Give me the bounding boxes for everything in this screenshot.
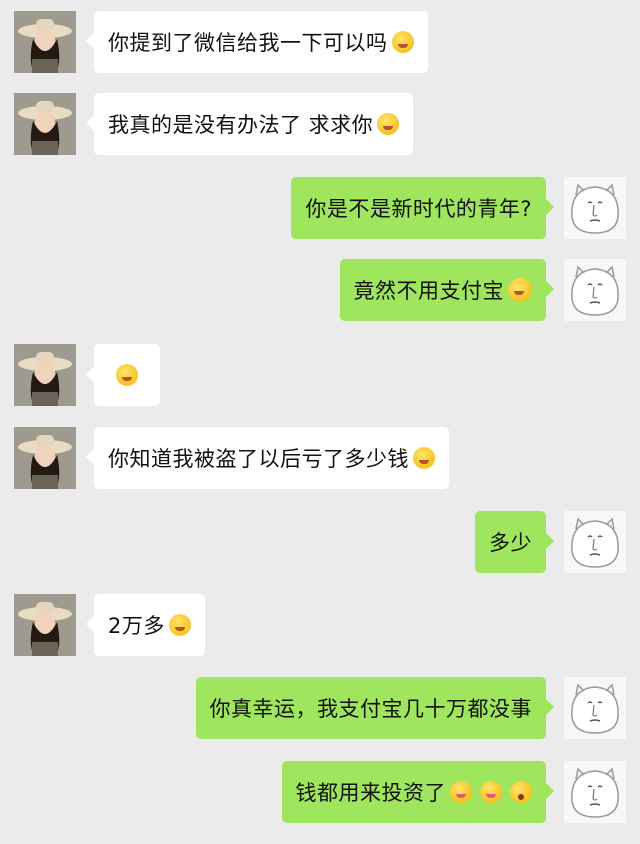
confused-bubble-emoji-icon — [116, 364, 138, 386]
grimace-emoji-icon — [413, 447, 435, 469]
grimace-emoji-icon — [391, 31, 414, 53]
message-row: 钱都用来投资了 — [0, 761, 640, 825]
message-row: 竟然不用支付宝 — [0, 259, 640, 323]
message-text: 你知道我被盗了以后亏了多少钱 — [108, 447, 409, 471]
contact-avatar[interactable] — [14, 344, 76, 406]
message-text: 你真幸运，我支付宝几十万都没事 — [209, 697, 532, 721]
contact-avatar[interactable] — [14, 594, 76, 656]
message-bubble[interactable]: 你知道我被盗了以后亏了多少钱 — [86, 427, 449, 489]
message-text: 多少 — [489, 531, 532, 555]
message-text: 2万多 — [108, 614, 165, 638]
message-text: 我真的是没有办法了 求求你 — [108, 113, 374, 137]
user-avatar[interactable] — [564, 511, 626, 573]
message-row: 你真幸运，我支付宝几十万都没事 — [0, 677, 640, 741]
message-text: 竟然不用支付宝 — [353, 279, 504, 303]
grimace-emoji-icon — [377, 113, 400, 135]
message-row: 你知道我被盗了以后亏了多少钱 — [0, 427, 640, 491]
message-row: 你提到了微信给我一下可以吗 — [0, 11, 640, 75]
message-bubble[interactable] — [86, 344, 160, 406]
message-text: 你提到了微信给我一下可以吗 — [108, 31, 388, 55]
message-bubble[interactable]: 我真的是没有办法了 求求你 — [85, 93, 414, 155]
message-bubble[interactable]: 你真幸运，我支付宝几十万都没事 — [195, 677, 554, 739]
message-bubble[interactable]: 钱都用来投资了 — [281, 761, 554, 823]
user-avatar[interactable] — [564, 677, 626, 739]
message-row — [0, 344, 640, 408]
user-avatar[interactable] — [564, 259, 626, 321]
contact-avatar[interactable] — [14, 427, 76, 489]
contact-avatar[interactable] — [14, 11, 76, 73]
message-bubble[interactable]: 竟然不用支付宝 — [339, 259, 554, 321]
message-bubble[interactable]: 多少 — [475, 511, 554, 573]
message-bubble[interactable]: 2万多 — [86, 594, 205, 656]
user-avatar[interactable] — [564, 177, 626, 239]
message-row: 你是不是新时代的青年? — [0, 177, 640, 241]
message-bubble[interactable]: 你提到了微信给我一下可以吗 — [86, 11, 428, 73]
message-text: 你是不是新时代的青年? — [305, 197, 532, 221]
message-bubble[interactable]: 你是不是新时代的青年? — [291, 177, 554, 239]
laughing-tears-emoji-icon — [508, 278, 532, 302]
message-text: 钱都用来投资了 — [295, 781, 446, 805]
message-row: 2万多 — [0, 594, 640, 658]
grimace-emoji-icon — [168, 614, 191, 636]
message-row: 我真的是没有办法了 求求你 — [0, 93, 640, 157]
tongue-emoji-icon — [450, 781, 472, 803]
message-row: 多少 — [0, 511, 640, 575]
flushed-emoji-icon — [510, 781, 532, 803]
tongue-emoji-icon — [480, 781, 502, 803]
user-avatar[interactable] — [564, 761, 626, 823]
contact-avatar[interactable] — [14, 93, 76, 155]
